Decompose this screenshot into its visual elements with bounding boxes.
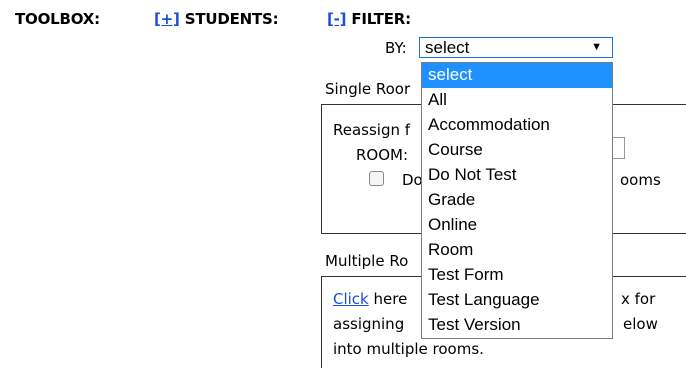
filter-collapse-toggle[interactable]: [-] — [327, 10, 347, 28]
students-section-header: [+] STUDENTS: — [154, 10, 279, 28]
filter-label: FILTER: — [351, 10, 411, 28]
filter-by-label: BY: — [385, 39, 407, 57]
students-label: STUDENTS: — [184, 10, 279, 28]
multiple-rooms-line2: assigning — [333, 315, 405, 333]
toolbox-label: TOOLBOX: — [15, 10, 100, 28]
click-here-text: here — [368, 290, 408, 308]
dropdown-arrow-icon: ▼ — [591, 41, 602, 53]
multiple-rooms-line1-end: x for — [621, 290, 656, 308]
multiple-rooms-label: Multiple Ro — [325, 252, 409, 270]
option-room[interactable]: Room — [422, 238, 612, 263]
option-grade[interactable]: Grade — [422, 188, 612, 213]
option-do-not-test[interactable]: Do Not Test — [422, 163, 612, 188]
option-all[interactable]: All — [422, 88, 612, 113]
option-course[interactable]: Course — [422, 138, 612, 163]
option-online[interactable]: Online — [422, 213, 612, 238]
single-room-label: Single Roor — [325, 80, 411, 98]
reassign-text: Reassign f — [333, 121, 411, 139]
filter-by-dropdown-list: select All Accommodation Course Do Not T… — [421, 62, 613, 339]
filter-section-header: [-] FILTER: — [327, 10, 411, 28]
option-test-form[interactable]: Test Form — [422, 263, 612, 288]
rooms-checkbox[interactable] — [369, 171, 384, 186]
multiple-rooms-line2-end: elow — [623, 315, 658, 333]
option-select[interactable]: select — [422, 63, 612, 88]
option-test-language[interactable]: Test Language — [422, 288, 612, 313]
checkbox-label-end: ooms — [620, 171, 661, 189]
option-test-version[interactable]: Test Version — [422, 313, 612, 338]
multiple-rooms-line1: Click here — [333, 290, 407, 308]
option-accommodation[interactable]: Accommodation — [422, 113, 612, 138]
room-label: ROOM: — [356, 146, 409, 164]
checkbox-label-start: Do — [402, 171, 423, 189]
multiple-rooms-line3: into multiple rooms. — [333, 340, 484, 358]
click-here-link[interactable]: Click — [333, 290, 369, 308]
students-expand-toggle[interactable]: [+] — [154, 10, 180, 28]
filter-by-selected-value: select — [425, 38, 470, 57]
filter-by-select[interactable]: select ▼ — [419, 37, 613, 58]
